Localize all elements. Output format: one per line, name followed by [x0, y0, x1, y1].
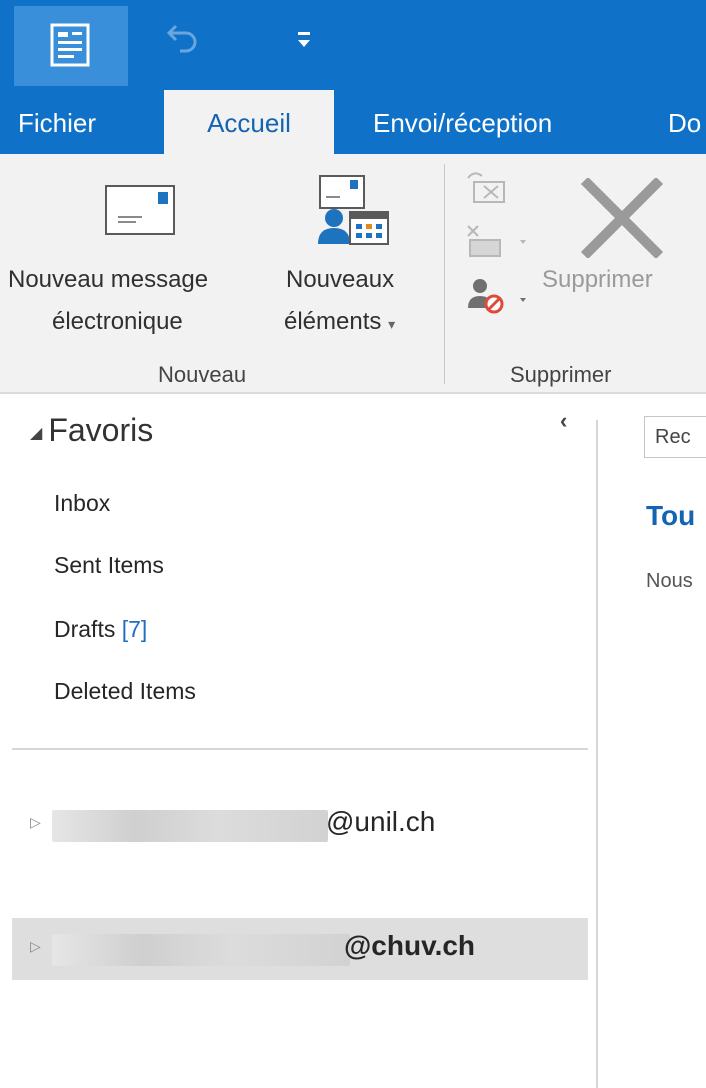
- clean-up-icon[interactable]: [464, 222, 532, 260]
- delete-label: Supprimer: [542, 266, 653, 293]
- chevron-down-icon: ▾: [388, 316, 396, 332]
- collapse-pane-icon[interactable]: ‹: [560, 408, 567, 434]
- folder-drafts[interactable]: Drafts [7]: [54, 616, 147, 643]
- folder-pane: ◢ Favoris ‹ Inbox Sent Items Drafts [7] D…: [0, 394, 596, 1088]
- group-label-nouveau: Nouveau: [158, 362, 247, 387]
- redacted-email-name: [52, 810, 328, 842]
- undo-icon[interactable]: [166, 20, 200, 59]
- account-unil[interactable]: ▷ @unil.ch: [12, 794, 588, 856]
- tab-dossier[interactable]: Do: [668, 88, 701, 154]
- ribbon-tab-bar: Fichier Accueil Envoi/réception Do: [0, 88, 706, 154]
- tab-accueil[interactable]: Accueil: [164, 90, 334, 154]
- new-email-label-2: électronique: [52, 308, 183, 335]
- message-heading: Tou: [646, 500, 696, 531]
- ignore-icon[interactable]: [464, 168, 512, 206]
- account-domain: @chuv.ch: [344, 930, 476, 961]
- group-label-supprimer: Supprimer: [510, 362, 612, 387]
- pane-splitter[interactable]: [596, 420, 598, 1088]
- outlook-app-icon[interactable]: [14, 6, 128, 86]
- pane-divider: [12, 748, 588, 750]
- unread-count: [7]: [121, 616, 148, 642]
- message-subtext: Nous: [646, 570, 693, 592]
- new-email-label-1: Nouveau message: [8, 266, 209, 293]
- collapse-triangle-icon: ◢: [30, 424, 43, 442]
- new-items-label-2: éléments ▾: [284, 308, 396, 335]
- title-bar: [0, 0, 706, 88]
- account-chuv[interactable]: ▷ @chuv.ch: [12, 918, 588, 980]
- tab-envoi-reception[interactable]: Envoi/réception: [373, 88, 552, 154]
- search-input[interactable]: Rec: [644, 416, 706, 458]
- group-separator: [444, 164, 445, 384]
- customize-quick-access-icon[interactable]: [295, 30, 313, 57]
- folder-sent-items[interactable]: Sent Items: [54, 552, 164, 579]
- junk-icon[interactable]: [464, 274, 532, 318]
- new-items-icon: [318, 175, 389, 245]
- delete-x-icon: [580, 178, 664, 258]
- expand-triangle-icon: ▷: [30, 814, 41, 830]
- folder-deleted-items[interactable]: Deleted Items: [54, 678, 196, 705]
- new-items-label-1: Nouveaux: [286, 266, 395, 293]
- favorites-header[interactable]: ◢ Favoris: [30, 412, 153, 449]
- favorites-label: Favoris: [48, 412, 154, 448]
- account-domain: @unil.ch: [326, 806, 436, 837]
- folder-inbox[interactable]: Inbox: [54, 490, 110, 517]
- redacted-email-name: [52, 934, 350, 966]
- tab-fichier[interactable]: Fichier: [18, 88, 96, 154]
- ribbon: Nouveau message électronique Nouveaux él…: [0, 154, 706, 394]
- expand-triangle-icon: ▷: [30, 938, 41, 954]
- envelope-icon: [105, 185, 175, 235]
